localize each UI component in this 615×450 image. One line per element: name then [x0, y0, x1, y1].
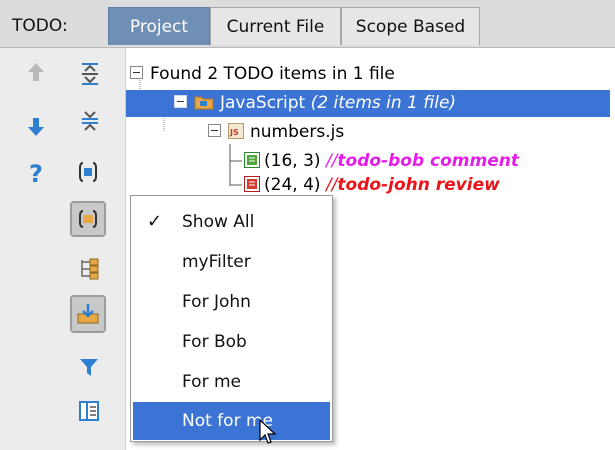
down-arrow-icon — [28, 118, 44, 136]
menu-item-show-all[interactable]: ✓ Show All — [133, 203, 330, 241]
flatten-packages-button[interactable] — [74, 253, 106, 285]
collapse-all-button[interactable] — [74, 105, 106, 137]
tab-scope-based[interactable]: Scope Based — [341, 7, 480, 45]
group-by-directory-button[interactable] — [70, 201, 106, 237]
menu-item-label: For John — [182, 292, 251, 312]
tab-current-file[interactable]: Current File — [210, 7, 341, 45]
group-by-module-button[interactable] — [72, 156, 104, 188]
todo-position: (16, 3) — [264, 151, 321, 171]
todo-text: todo-bob comment — [337, 151, 519, 171]
flatten-packages-icon — [81, 258, 99, 280]
mouse-cursor-icon — [259, 418, 277, 444]
folder-icon — [194, 96, 214, 110]
tree-root-label: Found 2 TODO items in 1 file — [150, 64, 395, 84]
todo-toolbar: ? — [0, 48, 126, 450]
collapse-toggle-icon — [174, 95, 187, 108]
group-by-directory-icon — [79, 210, 97, 228]
todo-review-icon — [244, 176, 260, 192]
tool-window-tab-bar: TODO: Project Current File Scope Based — [0, 0, 615, 48]
todo-label: TODO: — [12, 16, 68, 36]
tab-project[interactable]: Project — [108, 7, 210, 45]
menu-item-label: myFilter — [182, 252, 251, 272]
svg-text:JS: JS — [229, 128, 239, 137]
svg-text:?: ? — [29, 161, 43, 187]
menu-item-for-bob[interactable]: For Bob — [133, 323, 330, 361]
menu-item-label: Show All — [182, 212, 255, 232]
todo-position: (24, 4) — [264, 175, 321, 195]
menu-item-label: For Bob — [182, 332, 247, 352]
help-icon: ? — [29, 161, 43, 187]
comment-slashes: // — [325, 151, 338, 171]
expand-all-icon — [82, 63, 98, 85]
collapse-all-icon — [82, 111, 98, 131]
todo-item-row[interactable]: (16, 3) //todo-bob comment — [244, 148, 519, 174]
todo-text: todo-john review — [337, 175, 500, 195]
autoscroll-to-source-button[interactable] — [70, 295, 106, 333]
help-button[interactable]: ? — [20, 158, 52, 190]
comment-slashes: // — [325, 175, 338, 195]
js-file-icon: JS — [228, 123, 244, 139]
tree-root-row[interactable]: Found 2 TODO items in 1 file — [130, 61, 395, 87]
menu-item-myfilter[interactable]: myFilter — [133, 243, 330, 281]
group-by-module-icon — [79, 162, 97, 182]
filter-button[interactable] — [73, 351, 105, 383]
tree-file-row[interactable]: JS numbers.js — [208, 119, 344, 145]
folder-count: (2 items in 1 file) — [310, 93, 457, 113]
collapse-toggle-icon — [130, 66, 143, 79]
collapse-toggle-icon — [208, 124, 221, 137]
menu-item-for-me[interactable]: For me — [133, 363, 330, 401]
previous-occurrence-button[interactable] — [20, 56, 52, 88]
folder-name: JavaScript — [220, 93, 306, 113]
tree-folder-row[interactable]: JavaScript (2 items in 1 file) — [174, 90, 456, 116]
menu-item-not-for-me[interactable]: Not for me — [133, 402, 330, 440]
preview-icon — [79, 401, 99, 421]
todo-comment-icon — [244, 152, 260, 168]
filter-icon — [80, 359, 98, 376]
menu-item-label: For me — [182, 372, 241, 392]
check-icon: ✓ — [147, 211, 163, 232]
next-occurrence-button[interactable] — [20, 111, 52, 143]
menu-item-for-john[interactable]: For John — [133, 283, 330, 321]
up-arrow-icon — [28, 63, 44, 81]
preview-button[interactable] — [73, 395, 105, 427]
file-name: numbers.js — [250, 122, 345, 142]
autoscroll-icon — [77, 304, 99, 324]
expand-all-button[interactable] — [74, 58, 106, 90]
filter-popup-menu: ✓ Show All myFilter For John For Bob For… — [130, 195, 333, 442]
